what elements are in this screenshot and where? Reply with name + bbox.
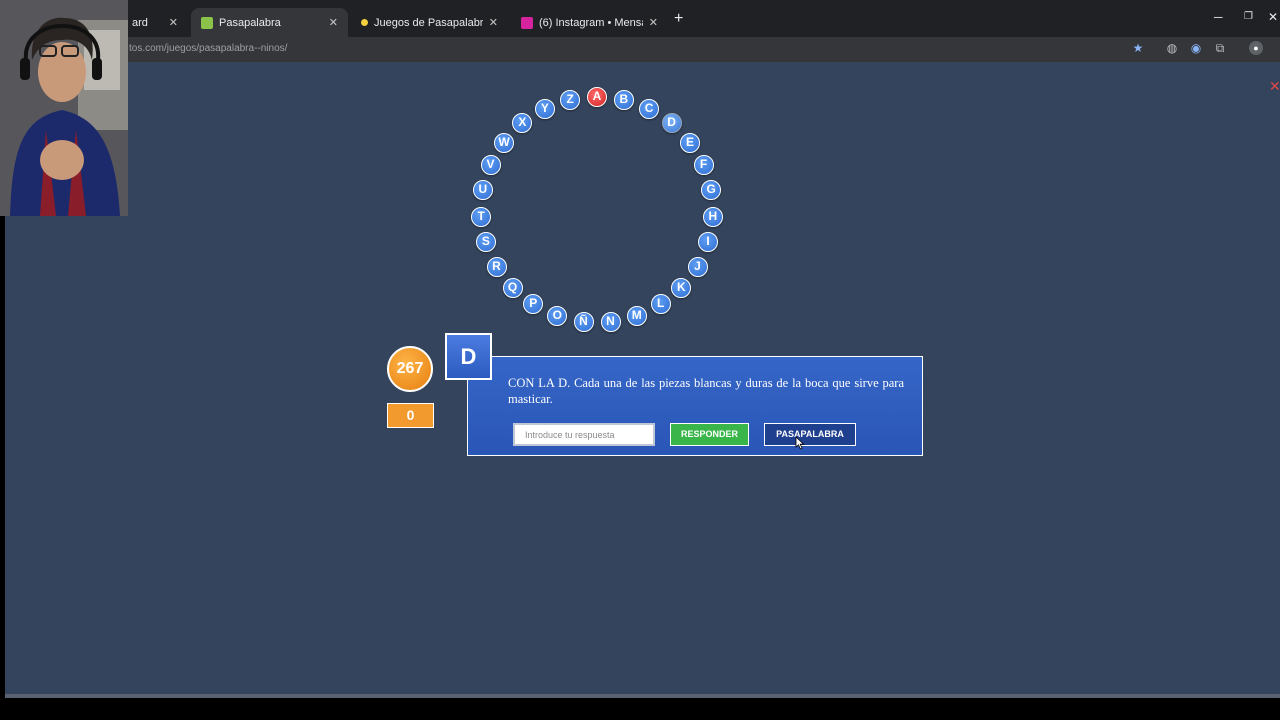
mouse-cursor-icon [795, 436, 805, 450]
favicon-icon [201, 16, 213, 29]
webcam-overlay [0, 0, 128, 216]
streamer-webcam-image [0, 0, 128, 216]
letter-d: D [661, 113, 682, 134]
new-tab-icon[interactable]: + [674, 10, 683, 28]
tab-title: ard [132, 16, 148, 29]
letter-y: Y [534, 99, 555, 119]
letter-k: K [671, 277, 692, 298]
letter-c: C [639, 99, 660, 119]
letter-v: V [480, 155, 501, 176]
letter-a: A [587, 87, 607, 107]
tab-bar: ard ✕ Pasapalabra ✕ Juegos de Pasapalabr… [0, 0, 1280, 37]
letter-j: J [687, 256, 708, 277]
score-circle: 267 [387, 346, 433, 392]
answer-input[interactable] [513, 423, 655, 446]
letter-n: N [600, 312, 621, 333]
tab-title: Juegos de Pasapalabra – COKITO [374, 16, 483, 29]
responder-button[interactable]: RESPONDER [670, 423, 749, 446]
letter-h: H [702, 206, 723, 227]
letter-f: F [693, 155, 714, 176]
restore-icon[interactable]: ❐ [1244, 11, 1253, 22]
tab-3[interactable]: (6) Instagram • Mensajes ✕ [511, 8, 668, 37]
pasapalabra-button[interactable]: PASAPALABRA [764, 423, 856, 446]
letter-m: M [626, 306, 647, 327]
tab-title: Pasapalabra [219, 16, 281, 29]
media-icon[interactable]: ◉ [1189, 41, 1203, 55]
tab-close-icon[interactable]: ✕ [489, 16, 498, 29]
minimize-icon[interactable]: ─ [1214, 10, 1223, 24]
tab-0[interactable]: ard ✕ [122, 8, 188, 37]
current-letter-badge: D [445, 333, 492, 380]
window-close-icon[interactable]: ✕ [1268, 10, 1278, 24]
tab-close-icon[interactable]: ✕ [649, 16, 658, 29]
letter-l: L [650, 294, 671, 315]
profile-icon[interactable]: ● [1249, 41, 1263, 55]
extension-icon[interactable]: ◍ [1165, 41, 1179, 55]
instagram-icon [521, 16, 533, 29]
bookmark-star-icon[interactable]: ★ [1131, 41, 1145, 55]
url-text[interactable]: tos.com/juegos/pasapalabra--ninos/ [129, 43, 287, 54]
letter-w: W [494, 132, 514, 153]
letter-ñ: Ñ [573, 312, 594, 333]
letter-e: E [680, 132, 700, 153]
tab-2[interactable]: Juegos de Pasapalabra – COKITO ✕ [351, 8, 508, 37]
horizontal-scrollbar[interactable] [5, 694, 1280, 698]
puzzle-icon[interactable]: ⧉ [1213, 41, 1227, 55]
tab-title: (6) Instagram • Mensajes [539, 16, 643, 29]
timer-box: 0 [387, 403, 434, 428]
close-game-icon[interactable]: ✕ [1269, 78, 1280, 95]
favicon-icon [361, 19, 368, 26]
tab-close-icon[interactable]: ✕ [169, 16, 178, 29]
tab-1[interactable]: Pasapalabra ✕ [191, 8, 348, 37]
letter-b: B [613, 90, 634, 110]
letter-t: T [471, 206, 492, 227]
question-text: CON LA D. Cada una de las piezas blancas… [508, 376, 904, 406]
letter-r: R [486, 256, 507, 277]
tab-close-icon[interactable]: ✕ [329, 16, 338, 29]
letter-q: Q [502, 277, 523, 298]
